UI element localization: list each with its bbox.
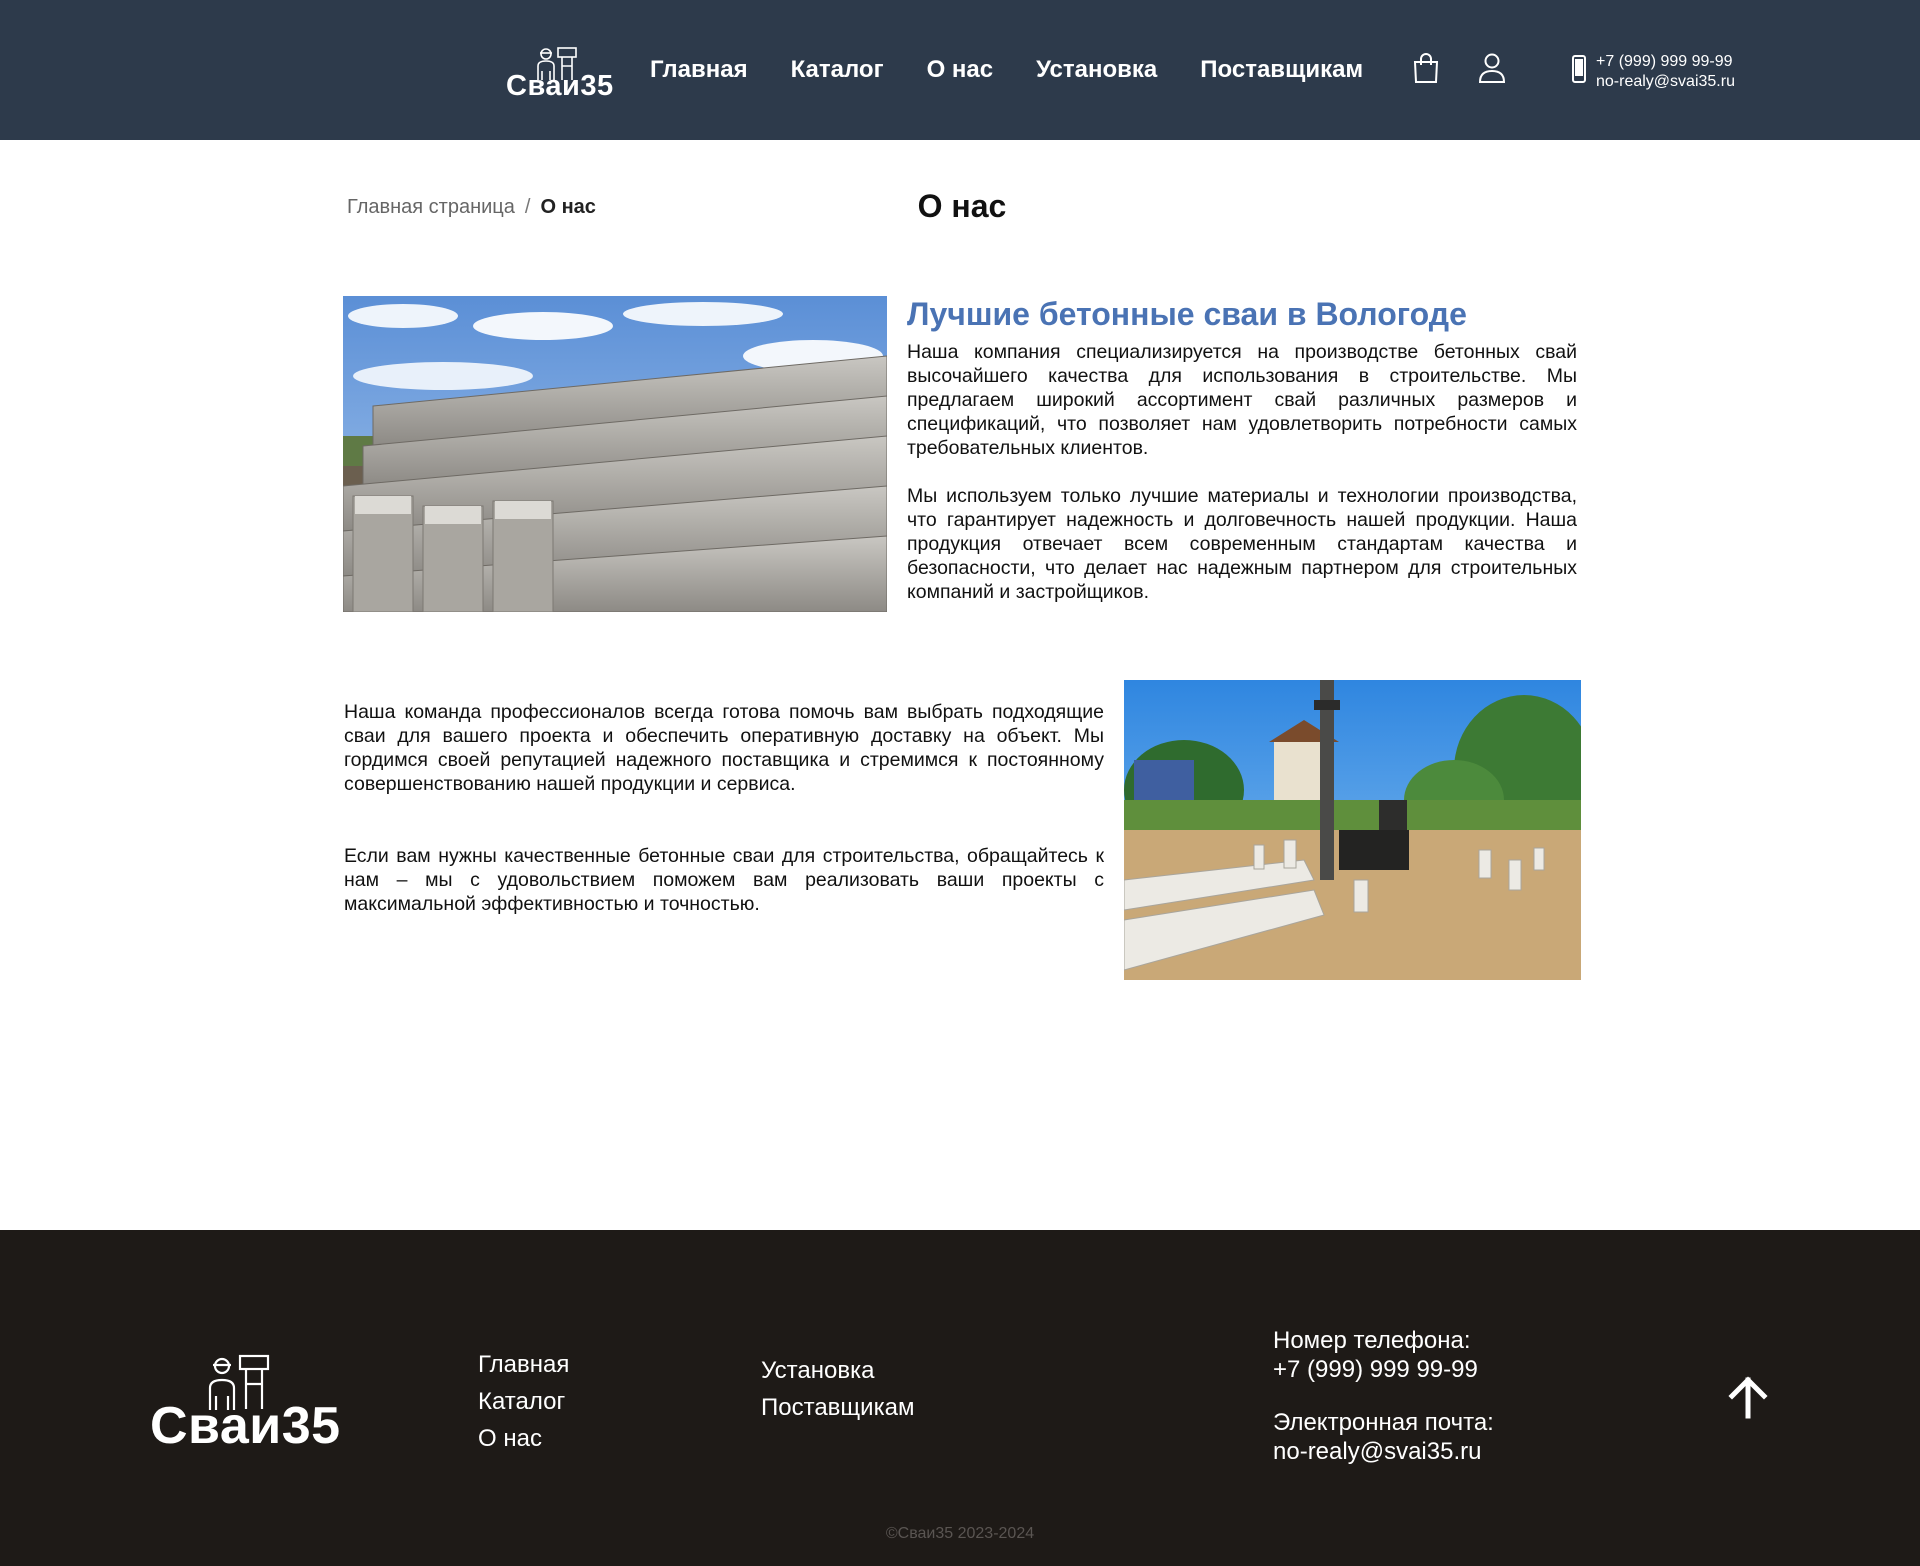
copyright: ©Сваи35 2023-2024 <box>885 1525 1035 1542</box>
logo-text: Сваи35 <box>506 70 614 102</box>
arrow-up-icon[interactable] <box>1728 1374 1768 1420</box>
about-paragraph-2: Мы используем только лучшие материалы и … <box>907 485 1577 603</box>
nav-installation[interactable]: Установка <box>1036 52 1157 88</box>
pile-installation-photo <box>1124 680 1581 980</box>
footer-contacts: Номер телефона: +7 (999) 999 99-99 Элект… <box>1273 1326 1494 1466</box>
page-title: О нас <box>917 188 1007 224</box>
concrete-piles-photo <box>343 296 887 612</box>
footer-nav-home[interactable]: Главная <box>478 1346 569 1383</box>
footer-nav-suppliers[interactable]: Поставщикам <box>761 1389 914 1426</box>
about-paragraph-1: Наша компания специализируется на произв… <box>907 341 1577 459</box>
footer-nav-installation[interactable]: Установка <box>761 1352 914 1389</box>
nav-catalog[interactable]: Каталог <box>791 52 884 88</box>
footer-nav-about[interactable]: О нас <box>478 1420 569 1457</box>
footer-nav-catalog[interactable]: Каталог <box>478 1383 569 1420</box>
mobile-phone-icon <box>1572 55 1586 83</box>
main-nav: Главная Каталог О нас Установка Поставщи… <box>650 52 1406 88</box>
site-header: Сваи35 Главная Каталог О нас Установка П… <box>0 0 1920 140</box>
about-paragraph-3: Наша команда профессионалов всегда готов… <box>344 701 1104 795</box>
header-email[interactable]: no-realy@svai35.ru <box>1596 72 1735 92</box>
footer-logo-text: Сваи35 <box>150 1397 341 1455</box>
header-phone[interactable]: +7 (999) 999 99-99 <box>1596 52 1735 72</box>
footer-nav-primary: Главная Каталог О нас <box>478 1346 569 1457</box>
shopping-bag-icon[interactable] <box>1410 50 1442 86</box>
footer-phone[interactable]: +7 (999) 999 99-99 <box>1273 1355 1494 1384</box>
section-heading: Лучшие бетонные сваи в Вологоде <box>907 296 1467 332</box>
about-paragraph-4: Если вам нужны качественные бетонные сва… <box>344 845 1104 915</box>
footer-phone-label: Номер телефона: <box>1273 1327 1471 1354</box>
footer-email-label: Электронная почта: <box>1273 1409 1494 1436</box>
nav-suppliers[interactable]: Поставщикам <box>1200 52 1363 88</box>
nav-home[interactable]: Главная <box>650 52 748 88</box>
footer-logo[interactable]: Сваи35 <box>150 1352 340 1455</box>
footer-email[interactable]: no-realy@svai35.ru <box>1273 1437 1494 1466</box>
header-logo[interactable]: Сваи35 <box>506 40 614 102</box>
footer-nav-secondary: Установка Поставщикам <box>761 1352 914 1426</box>
nav-about[interactable]: О нас <box>927 52 994 88</box>
user-icon[interactable] <box>1476 50 1508 86</box>
